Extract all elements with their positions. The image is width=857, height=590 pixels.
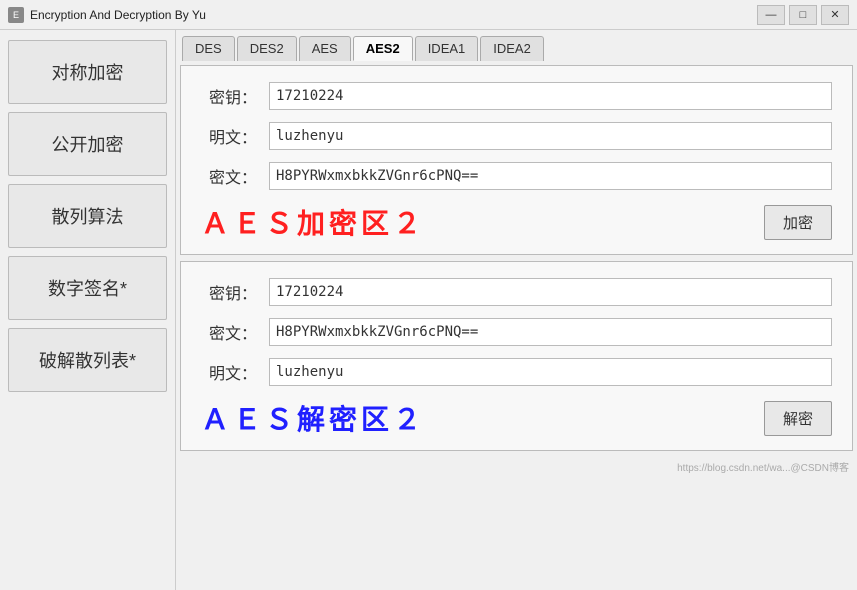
decrypt-ciphertext-input[interactable] [269,318,832,346]
encrypt-plaintext-row: 明文： [201,122,832,150]
decrypt-button[interactable]: 解密 [764,401,832,436]
encrypt-key-input[interactable] [269,82,832,110]
decrypt-key-label: 密钥： [201,280,257,304]
watermark: https://blog.csdn.net/wa...@CSDN博客 [180,457,853,476]
tab-idea2[interactable]: IDEA2 [480,36,544,61]
tab-des2[interactable]: DES2 [237,36,297,61]
tab-bar: DES DES2 AES AES2 IDEA1 IDEA2 [176,30,857,61]
title-bar: E Encryption And Decryption By Yu — □ ✕ [0,0,857,30]
sidebar-item-crack[interactable]: 破解散列表* [8,328,167,392]
content-area: DES DES2 AES AES2 IDEA1 IDEA2 密钥： 明文： 密文… [176,30,857,590]
encrypt-panel-title: ＡＥＳ加密区２ [201,202,425,242]
decrypt-ciphertext-row: 密文： [201,318,832,346]
tab-aes2[interactable]: AES2 [353,36,413,61]
window-title: Encryption And Decryption By Yu [30,8,206,22]
tab-idea1[interactable]: IDEA1 [415,36,479,61]
tab-des[interactable]: DES [182,36,235,61]
encrypt-panel-footer: ＡＥＳ加密区２ 加密 [201,202,832,242]
close-button[interactable]: ✕ [821,5,849,25]
sidebar-item-hash[interactable]: 散列算法 [8,184,167,248]
encrypt-ciphertext-input[interactable] [269,162,832,190]
decrypt-panel-footer: ＡＥＳ解密区２ 解密 [201,398,832,438]
decrypt-key-row: 密钥： [201,278,832,306]
decrypt-ciphertext-label: 密文： [201,320,257,344]
maximize-button[interactable]: □ [789,5,817,25]
title-bar-left: E Encryption And Decryption By Yu [8,7,206,23]
encrypt-ciphertext-row: 密文： [201,162,832,190]
decrypt-plaintext-label: 明文： [201,360,257,384]
decrypt-plaintext-row: 明文： [201,358,832,386]
app-icon: E [8,7,24,23]
decrypt-panel-title: ＡＥＳ解密区２ [201,398,425,438]
decrypt-plaintext-input[interactable] [269,358,832,386]
panels: 密钥： 明文： 密文： ＡＥＳ加密区２ 加密 [176,61,857,590]
encrypt-plaintext-input[interactable] [269,122,832,150]
encrypt-ciphertext-label: 密文： [201,164,257,188]
decrypt-panel: 密钥： 密文： 明文： ＡＥＳ解密区２ 解密 [180,261,853,451]
tab-aes[interactable]: AES [299,36,351,61]
encrypt-key-label: 密钥： [201,84,257,108]
main-container: 对称加密 公开加密 散列算法 数字签名* 破解散列表* DES DES2 AES… [0,30,857,590]
encrypt-panel: 密钥： 明文： 密文： ＡＥＳ加密区２ 加密 [180,65,853,255]
minimize-button[interactable]: — [757,5,785,25]
encrypt-plaintext-label: 明文： [201,124,257,148]
sidebar-item-public[interactable]: 公开加密 [8,112,167,176]
sidebar: 对称加密 公开加密 散列算法 数字签名* 破解散列表* [0,30,176,590]
encrypt-key-row: 密钥： [201,82,832,110]
decrypt-key-input[interactable] [269,278,832,306]
encrypt-button[interactable]: 加密 [764,205,832,240]
sidebar-item-signature[interactable]: 数字签名* [8,256,167,320]
sidebar-item-symmetric[interactable]: 对称加密 [8,40,167,104]
title-bar-controls: — □ ✕ [757,5,849,25]
